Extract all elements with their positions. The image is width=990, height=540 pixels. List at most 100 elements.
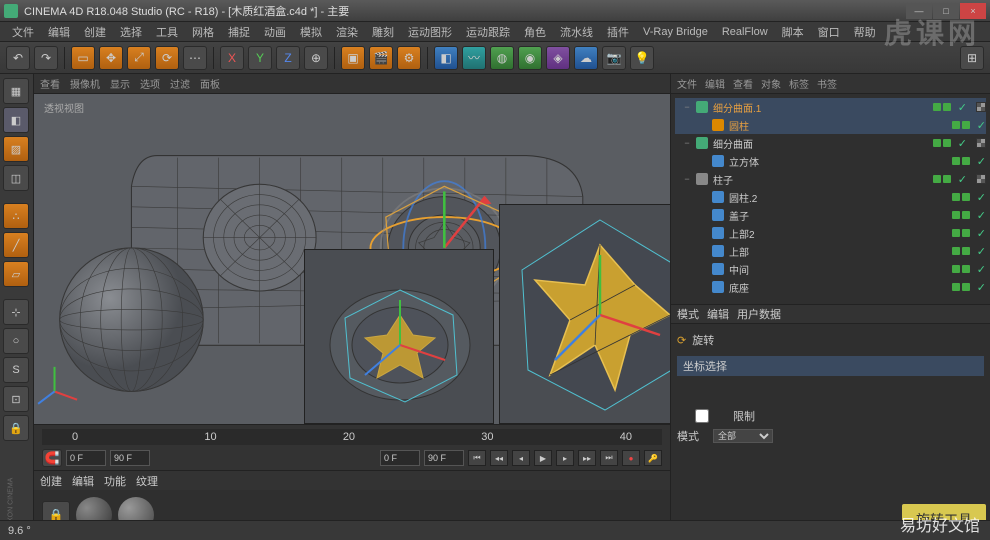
viewport[interactable]: 透视视图 10.5 ° bbox=[34, 94, 670, 424]
attrhdr-item[interactable]: 模式 bbox=[677, 306, 699, 322]
add-generator2[interactable]: ◉ bbox=[518, 46, 542, 70]
add-spline[interactable]: 〰 bbox=[462, 46, 486, 70]
texture-mode[interactable]: ▨ bbox=[3, 136, 29, 162]
object-row[interactable]: 中间✓ bbox=[675, 260, 986, 278]
object-row[interactable]: 立方体✓ bbox=[675, 152, 986, 170]
menu-渲染[interactable]: 渲染 bbox=[330, 22, 364, 42]
object-row[interactable]: −细分曲面.1✓ bbox=[675, 98, 986, 116]
menu-动画[interactable]: 动画 bbox=[258, 22, 292, 42]
menu-网格[interactable]: 网格 bbox=[186, 22, 220, 42]
mode-select[interactable]: 全部 bbox=[713, 429, 773, 443]
x-lock[interactable]: X bbox=[220, 46, 244, 70]
point-mode[interactable]: ∴ bbox=[3, 203, 29, 229]
menu-模拟[interactable]: 模拟 bbox=[294, 22, 328, 42]
z-lock[interactable]: Z bbox=[276, 46, 300, 70]
menu-运动跟踪[interactable]: 运动跟踪 bbox=[460, 22, 516, 42]
menu-雕刻[interactable]: 雕刻 bbox=[366, 22, 400, 42]
object-row[interactable]: 底座✓ bbox=[675, 278, 986, 296]
edge-mode[interactable]: ╱ bbox=[3, 232, 29, 258]
menu-工具[interactable]: 工具 bbox=[150, 22, 184, 42]
enable-axis[interactable]: ⊹ bbox=[3, 299, 29, 325]
menu-帮助[interactable]: 帮助 bbox=[848, 22, 882, 42]
add-generator[interactable]: ◍ bbox=[490, 46, 514, 70]
viewtab[interactable]: 过滤 bbox=[170, 76, 190, 91]
record[interactable]: ● bbox=[622, 450, 640, 466]
viewtab[interactable]: 选项 bbox=[140, 76, 160, 91]
menu-编辑[interactable]: 编辑 bbox=[42, 22, 76, 42]
goto-end[interactable]: ⏭ bbox=[600, 450, 618, 466]
menu-V-Ray Bridge[interactable]: V-Ray Bridge bbox=[637, 24, 714, 40]
select-tool[interactable]: ▭ bbox=[71, 46, 95, 70]
coord-system[interactable]: ⊕ bbox=[304, 46, 328, 70]
object-row[interactable]: 盖子✓ bbox=[675, 206, 986, 224]
righttab[interactable]: 查看 bbox=[733, 76, 753, 91]
coord-tab[interactable]: 坐标选择 bbox=[677, 356, 984, 376]
righttab[interactable]: 标签 bbox=[789, 76, 809, 91]
rotate-tool[interactable]: ⟳ bbox=[155, 46, 179, 70]
mattab[interactable]: 编辑 bbox=[72, 473, 94, 489]
move-tool[interactable]: ✥ bbox=[99, 46, 123, 70]
menu-脚本[interactable]: 脚本 bbox=[776, 22, 810, 42]
menu-角色[interactable]: 角色 bbox=[518, 22, 552, 42]
make-editable[interactable]: ▦ bbox=[3, 78, 29, 104]
object-row[interactable]: 圆柱.2✓ bbox=[675, 188, 986, 206]
next-key[interactable]: ▸▸ bbox=[578, 450, 596, 466]
menu-运动图形[interactable]: 运动图形 bbox=[402, 22, 458, 42]
add-camera[interactable]: 📷 bbox=[602, 46, 626, 70]
viewtab[interactable]: 查看 bbox=[40, 76, 60, 91]
autokey[interactable]: 🔑 bbox=[644, 450, 662, 466]
object-manager[interactable]: −细分曲面.1✓圆柱✓−细分曲面✓立方体✓−柱子✓圆柱.2✓盖子✓上部2✓上部✓… bbox=[671, 94, 990, 304]
righttab[interactable]: 书签 bbox=[817, 76, 837, 91]
menu-捕捉[interactable]: 捕捉 bbox=[222, 22, 256, 42]
object-row[interactable]: 圆柱✓ bbox=[675, 116, 986, 134]
menu-选择[interactable]: 选择 bbox=[114, 22, 148, 42]
render-region[interactable]: 🎬 bbox=[369, 46, 393, 70]
render-settings[interactable]: ⚙ bbox=[397, 46, 421, 70]
prev-frame[interactable]: ◂ bbox=[512, 450, 530, 466]
end-frame[interactable] bbox=[110, 450, 150, 466]
scale-tool[interactable]: ⤢ bbox=[127, 46, 151, 70]
limit-checkbox[interactable] bbox=[677, 409, 727, 423]
render-view[interactable]: ▣ bbox=[341, 46, 365, 70]
cur-frame[interactable] bbox=[380, 450, 420, 466]
attrhdr-item[interactable]: 编辑 bbox=[707, 306, 729, 322]
prev-key[interactable]: ◂◂ bbox=[490, 450, 508, 466]
viewtab[interactable]: 面板 bbox=[200, 76, 220, 91]
menu-窗口[interactable]: 窗口 bbox=[812, 22, 846, 42]
redo-button[interactable]: ↷ bbox=[34, 46, 58, 70]
polygon-mode[interactable]: ▱ bbox=[3, 261, 29, 287]
recent-tool[interactable]: ⋯ bbox=[183, 46, 207, 70]
start-frame[interactable] bbox=[66, 450, 106, 466]
total-frame[interactable] bbox=[424, 450, 464, 466]
y-lock[interactable]: Y bbox=[248, 46, 272, 70]
snap-toggle[interactable]: 🧲 bbox=[42, 449, 62, 467]
add-environment[interactable]: ☁ bbox=[574, 46, 598, 70]
object-row[interactable]: −细分曲面✓ bbox=[675, 134, 986, 152]
mattab[interactable]: 纹理 bbox=[136, 473, 158, 489]
attrhdr-item[interactable]: 用户数据 bbox=[737, 306, 781, 322]
menu-插件[interactable]: 插件 bbox=[601, 22, 635, 42]
add-primitive[interactable]: ◧ bbox=[434, 46, 458, 70]
play[interactable]: ▶ bbox=[534, 450, 552, 466]
righttab[interactable]: 对象 bbox=[761, 76, 781, 91]
workplane-mode[interactable]: ◫ bbox=[3, 165, 29, 191]
menu-创建[interactable]: 创建 bbox=[78, 22, 112, 42]
locked[interactable]: 🔒 bbox=[3, 415, 29, 441]
viewtab[interactable]: 显示 bbox=[110, 76, 130, 91]
timeline-ruler[interactable]: 010203040 bbox=[42, 429, 662, 445]
viewport-solo[interactable]: ○ bbox=[3, 328, 29, 354]
object-row[interactable]: −柱子✓ bbox=[675, 170, 986, 188]
righttab[interactable]: 文件 bbox=[677, 76, 697, 91]
mattab[interactable]: 功能 bbox=[104, 473, 126, 489]
menu-RealFlow[interactable]: RealFlow bbox=[716, 24, 774, 40]
model-mode[interactable]: ◧ bbox=[3, 107, 29, 133]
object-row[interactable]: 上部2✓ bbox=[675, 224, 986, 242]
next-frame[interactable]: ▸ bbox=[556, 450, 574, 466]
goto-start[interactable]: ⏮ bbox=[468, 450, 486, 466]
mattab[interactable]: 创建 bbox=[40, 473, 62, 489]
viewtab[interactable]: 摄像机 bbox=[70, 76, 100, 91]
undo-button[interactable]: ↶ bbox=[6, 46, 30, 70]
righttab[interactable]: 编辑 bbox=[705, 76, 725, 91]
menu-文件[interactable]: 文件 bbox=[6, 22, 40, 42]
object-row[interactable]: 上部✓ bbox=[675, 242, 986, 260]
